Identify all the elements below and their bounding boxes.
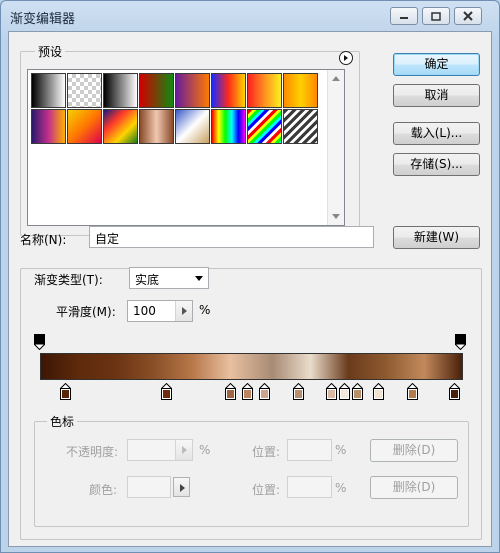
color-stop-icon: [339, 383, 351, 400]
preset-swatch[interactable]: [247, 73, 282, 108]
minimize-icon: [400, 17, 408, 19]
smoothness-stepper[interactable]: [175, 301, 192, 321]
scroll-up-icon[interactable]: [332, 76, 340, 81]
color-stop-icon: [372, 383, 384, 400]
preset-swatch[interactable]: [31, 73, 66, 108]
preset-swatch[interactable]: [283, 109, 318, 144]
dialog-body: 预设 确定 取消 载入(L)... 存储(S)... 名称(N): 自定 新建(…: [8, 31, 492, 547]
stepper-arrow-icon: [182, 446, 187, 454]
preset-swatch[interactable]: [139, 109, 174, 144]
flyout-menu-icon: [344, 55, 348, 61]
opacity-stop-right[interactable]: [455, 334, 466, 350]
smoothness-label: 平滑度(M):: [56, 305, 116, 319]
color-stop[interactable]: [351, 383, 363, 400]
opacity-stop-left[interactable]: [34, 334, 45, 350]
color-stop-icon: [406, 383, 418, 400]
chevron-down-icon: [195, 276, 203, 281]
color-stop[interactable]: [224, 383, 236, 400]
presets-list[interactable]: [27, 69, 345, 226]
color-stop-icon: [59, 383, 71, 400]
name-label: 名称(N):: [20, 233, 67, 247]
close-button[interactable]: [454, 7, 482, 25]
preset-swatch[interactable]: [103, 109, 138, 144]
presets-scrollbar[interactable]: [327, 70, 344, 225]
preset-swatch[interactable]: [139, 73, 174, 108]
play-arrow-icon: [180, 484, 185, 492]
color-stop-icon: [292, 383, 304, 400]
gradient-type-value: 实底: [135, 273, 160, 287]
preset-swatches: [31, 73, 321, 144]
window-title: 渐变编辑器: [10, 12, 76, 27]
preset-swatch[interactable]: [67, 109, 102, 144]
stops-label: 色标: [47, 413, 78, 430]
opacity-position-label: 位置:: [252, 445, 281, 459]
smoothness-value: 100: [133, 304, 156, 318]
color-stop[interactable]: [59, 383, 71, 400]
color-stop[interactable]: [449, 383, 461, 400]
stepper-arrow-icon: [182, 307, 187, 315]
preset-swatch[interactable]: [31, 109, 66, 144]
delete-color-stop-button[interactable]: 删除(D): [370, 476, 458, 499]
smoothness-unit: %: [199, 303, 211, 317]
save-button[interactable]: 存储(S)...: [393, 153, 480, 176]
scroll-down-icon[interactable]: [332, 214, 340, 219]
name-input[interactable]: 自定: [89, 226, 374, 248]
preset-swatch[interactable]: [103, 73, 138, 108]
color-stop[interactable]: [406, 383, 418, 400]
color-stop-icon: [224, 383, 236, 400]
color-stop[interactable]: [161, 383, 173, 400]
new-button[interactable]: 新建(W): [393, 226, 480, 249]
gradient-preview-bar[interactable]: [40, 353, 463, 380]
color-stop[interactable]: [258, 383, 270, 400]
preset-swatch[interactable]: [283, 73, 318, 108]
color-stop-icon: [241, 383, 253, 400]
stops-group: [34, 421, 469, 527]
color-stop[interactable]: [241, 383, 253, 400]
preset-swatch[interactable]: [175, 109, 210, 144]
load-button[interactable]: 载入(L)...: [393, 122, 480, 145]
opacity-position-input[interactable]: [287, 439, 332, 461]
preset-swatch[interactable]: [67, 73, 102, 108]
opacity-stepper[interactable]: [175, 440, 192, 460]
close-icon: [463, 11, 473, 21]
opacity-stop-icon: [455, 334, 466, 350]
gradient-editor-window: 渐变编辑器 预设 确定 取消 载入(L)... 存储(S)... 名称(N): …: [0, 0, 500, 553]
color-stop[interactable]: [292, 383, 304, 400]
preset-swatch[interactable]: [175, 73, 210, 108]
delete-opacity-stop-button[interactable]: 删除(D): [370, 439, 458, 462]
presets-label: 预设: [35, 43, 66, 60]
color-position-unit: %: [335, 481, 347, 495]
color-stop[interactable]: [326, 383, 338, 400]
color-stop-icon: [161, 383, 173, 400]
color-stop-icon: [351, 383, 363, 400]
minimize-button[interactable]: [390, 7, 418, 25]
color-stop[interactable]: [372, 383, 384, 400]
color-stop-icon: [258, 383, 270, 400]
color-position-input[interactable]: [287, 476, 332, 498]
opacity-unit: %: [199, 443, 211, 457]
color-stop-icon: [449, 383, 461, 400]
opacity-position-unit: %: [335, 443, 347, 457]
color-picker-button[interactable]: [173, 477, 190, 497]
ok-button[interactable]: 确定: [393, 53, 480, 76]
color-stop[interactable]: [339, 383, 351, 400]
opacity-label: 不透明度:: [66, 445, 119, 459]
maximize-button[interactable]: [422, 7, 450, 25]
presets-flyout-button[interactable]: [339, 51, 353, 65]
color-swatch[interactable]: [127, 476, 171, 498]
preset-swatch[interactable]: [211, 109, 246, 144]
gradient-type-label: 渐变类型(T):: [31, 271, 106, 288]
gradient-type-select[interactable]: 实底: [129, 267, 209, 289]
title-bar[interactable]: 渐变编辑器: [1, 1, 499, 31]
color-position-label: 位置:: [252, 483, 281, 497]
opacity-stop-icon: [34, 334, 45, 350]
preset-swatch[interactable]: [211, 73, 246, 108]
color-label: 颜色:: [89, 483, 118, 497]
maximize-icon: [431, 11, 441, 21]
color-stop-icon: [326, 383, 338, 400]
cancel-button[interactable]: 取消: [393, 84, 480, 107]
preset-swatch[interactable]: [247, 109, 282, 144]
